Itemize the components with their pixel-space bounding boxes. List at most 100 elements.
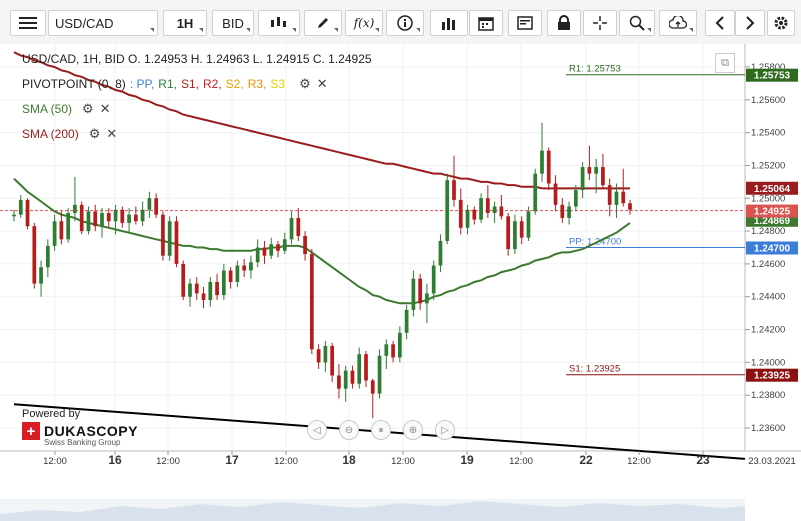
- candle-body: [485, 198, 490, 214]
- timeframe-select[interactable]: 1H: [163, 10, 207, 36]
- candle-body: [452, 180, 456, 200]
- time-tick-label: 16: [108, 453, 122, 467]
- lock-icon: [558, 15, 570, 30]
- time-tick-label: 17: [225, 453, 239, 467]
- candle-body: [133, 214, 138, 222]
- indicators-button[interactable]: f(x): [345, 10, 383, 36]
- candle-body: [431, 265, 436, 294]
- pivot-item: S1,: [180, 77, 199, 91]
- candle-body: [228, 270, 233, 282]
- gear-icon[interactable]: ⚙: [82, 101, 94, 117]
- candle-body: [458, 199, 463, 228]
- gear-icon[interactable]: ⚙: [89, 126, 101, 142]
- nav-zoom-out-button[interactable]: ⊖: [339, 420, 359, 440]
- time-tick-label: 19: [460, 453, 474, 467]
- arrow-left-icon: [715, 16, 724, 30]
- candle-body: [594, 167, 599, 174]
- lock-button[interactable]: [547, 10, 581, 36]
- candle-body: [221, 270, 226, 296]
- caret-icon: [150, 28, 154, 32]
- info-button[interactable]: [386, 10, 424, 36]
- candle-body: [411, 278, 416, 310]
- volume-button[interactable]: [430, 10, 468, 36]
- candle-body: [628, 203, 632, 210]
- candle-body: [391, 344, 395, 358]
- candle-body: [262, 247, 267, 256]
- symbol-select[interactable]: USD/CAD: [48, 10, 158, 36]
- zoom-icon: [629, 15, 645, 31]
- candle-body: [161, 214, 165, 256]
- arrow-right-icon: [746, 16, 755, 30]
- candle-body: [39, 267, 43, 284]
- crosshair-button[interactable]: [583, 10, 617, 36]
- swiss-cross-icon: +: [22, 422, 40, 440]
- candle-body: [242, 265, 247, 271]
- price-side-select[interactable]: BID: [212, 10, 254, 36]
- candle-body: [12, 214, 16, 217]
- zoom-button[interactable]: [619, 10, 655, 36]
- candle-body: [289, 217, 294, 240]
- upload-button[interactable]: [659, 10, 697, 36]
- candle-body: [404, 309, 409, 333]
- draw-tools-button[interactable]: [304, 10, 342, 36]
- candle-body: [357, 354, 362, 384]
- candle-body: [249, 262, 253, 271]
- popout-button[interactable]: ⧉: [715, 53, 735, 73]
- time-tick-label: 12:00: [509, 456, 533, 467]
- gear-icon: [774, 16, 788, 30]
- price-tick-label: 1.25200: [751, 160, 785, 171]
- candle-body: [45, 245, 50, 268]
- candle-body: [303, 236, 307, 255]
- candle-body: [580, 167, 585, 191]
- gear-icon[interactable]: ⚙: [299, 76, 311, 92]
- settings-button[interactable]: [767, 10, 795, 36]
- nav-first-button[interactable]: ◁: [307, 420, 327, 440]
- candle-body: [573, 190, 578, 207]
- time-tick-label: 12:00: [391, 456, 415, 467]
- zoom-in-icon: ⊕: [408, 424, 418, 436]
- scroll-left-button[interactable]: [705, 10, 735, 36]
- pivot-item: R1,: [158, 77, 177, 91]
- candle-body: [526, 211, 531, 238]
- price-tick-label: 1.24800: [751, 226, 785, 237]
- candle-body: [587, 167, 592, 174]
- caret-icon: [375, 28, 379, 32]
- nav-last-button[interactable]: ▷: [435, 420, 455, 440]
- caret-icon: [292, 28, 296, 32]
- pivotpoint-label: PIVOTPOINT (0, 8): [22, 77, 126, 91]
- pivot-item: R2,: [202, 77, 222, 91]
- chart-type-button[interactable]: [258, 10, 300, 36]
- candle-body: [621, 191, 626, 204]
- menu-button[interactable]: [10, 10, 46, 36]
- candle-body: [499, 206, 504, 217]
- candle-body: [255, 247, 260, 263]
- report-button[interactable]: [508, 10, 542, 36]
- candle-body: [208, 281, 213, 301]
- branding: Powered by + DUKASCOPY Swiss Banking Gro…: [22, 408, 138, 447]
- current-price-badge-label: 1.24925: [754, 207, 791, 218]
- caret-icon: [647, 28, 651, 32]
- crosshair-icon: [593, 16, 607, 30]
- time-tick-label: 12:00: [156, 456, 180, 467]
- candle-body: [492, 206, 497, 214]
- chevron-left-icon: ◁: [313, 424, 321, 436]
- nav-zoom-in-button[interactable]: ⊕: [403, 420, 423, 440]
- candle-body: [201, 293, 206, 301]
- close-icon[interactable]: ✕: [100, 101, 111, 117]
- zoom-out-icon: ⊖: [344, 424, 354, 436]
- sma50-legend: SMA (50) ⚙ ✕: [22, 101, 111, 117]
- candle-body: [418, 278, 423, 304]
- caret-icon: [334, 28, 338, 32]
- scroll-right-button[interactable]: [735, 10, 765, 36]
- candle-body: [560, 204, 565, 218]
- close-icon[interactable]: ✕: [317, 76, 328, 92]
- pivot-label-s1: S1: 1.23925: [569, 364, 620, 375]
- candle-body: [167, 221, 172, 256]
- close-icon[interactable]: ✕: [106, 126, 117, 142]
- calendar-button[interactable]: [469, 10, 503, 36]
- price-chart[interactable]: R1: 1.25753PP: 1.24700S1: 1.23925 1.2580…: [0, 44, 801, 521]
- chevron-right-icon: ▷: [441, 424, 449, 436]
- sma50-label: SMA (50): [22, 102, 73, 116]
- candle-body: [18, 199, 23, 215]
- nav-reset-button[interactable]: ⏸: [371, 420, 391, 440]
